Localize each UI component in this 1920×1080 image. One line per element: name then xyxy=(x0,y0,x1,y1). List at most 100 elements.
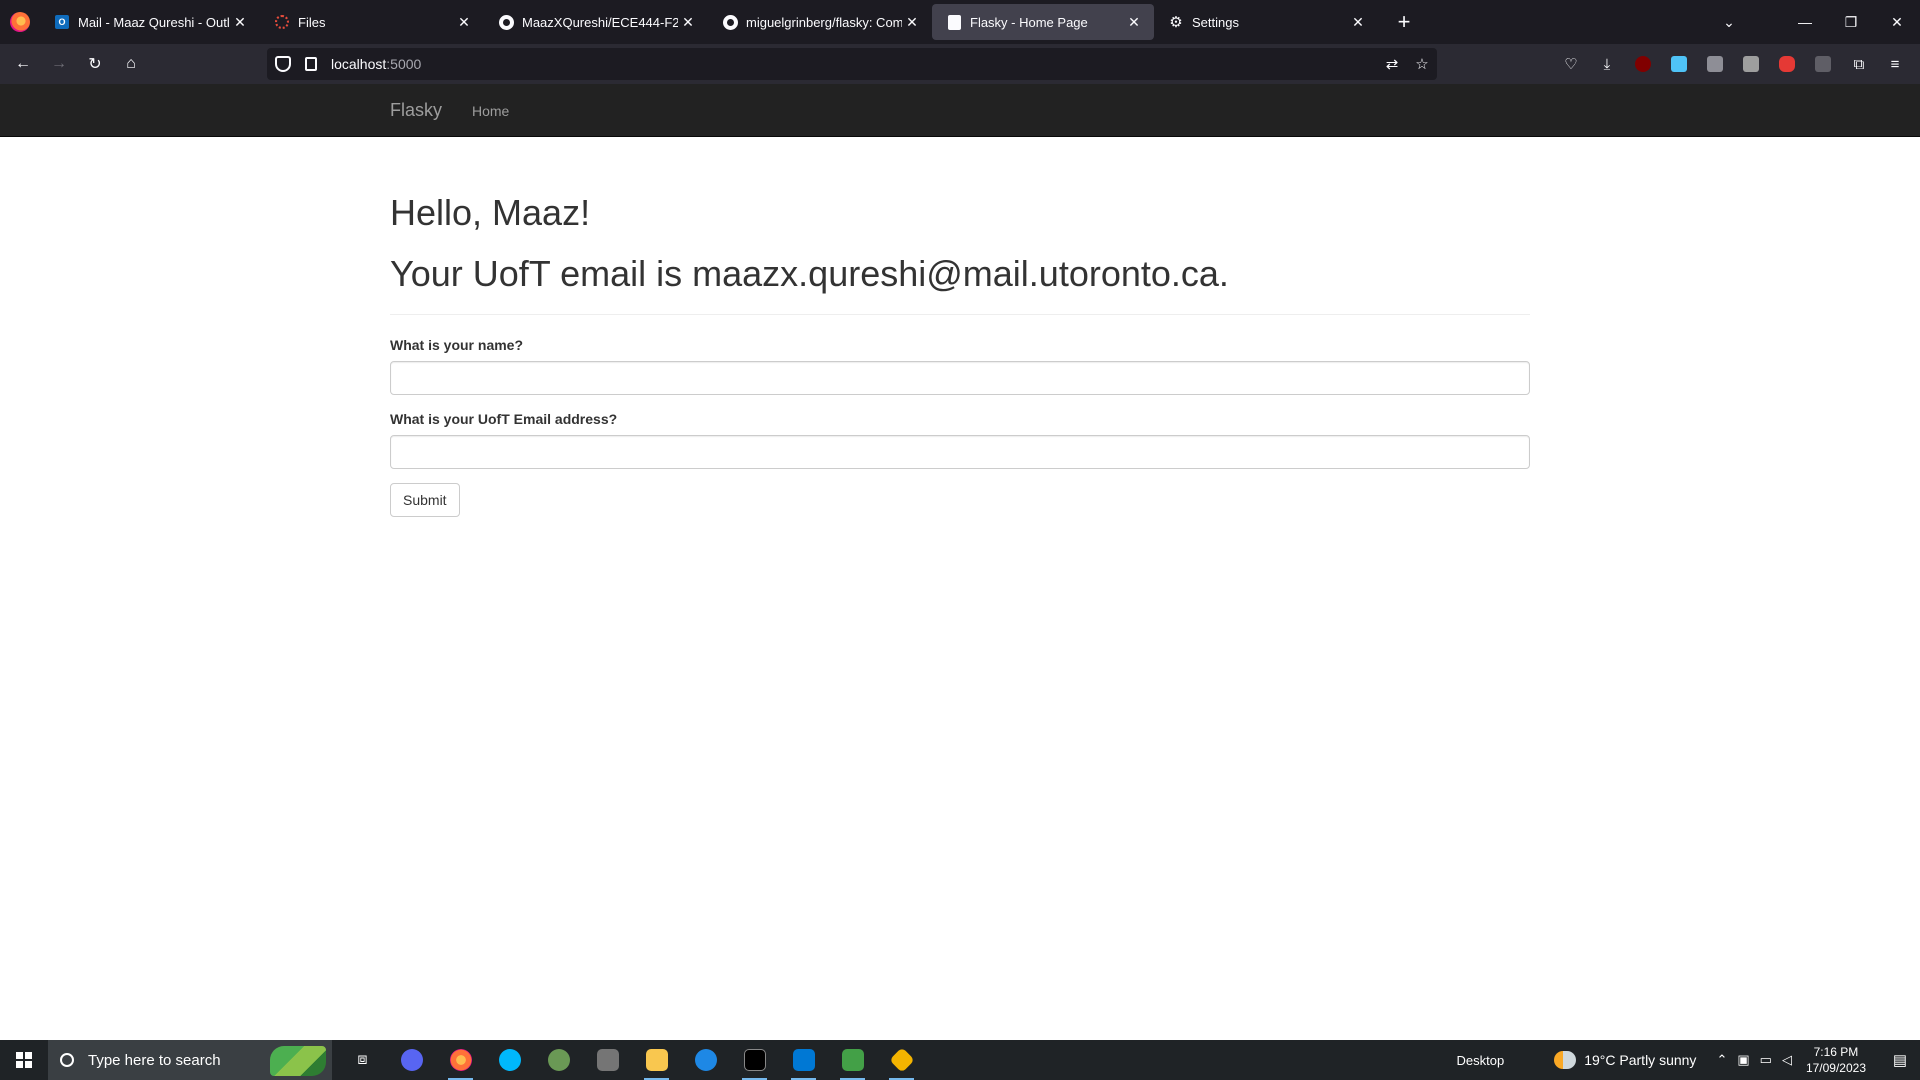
partly-sunny-icon xyxy=(1554,1051,1577,1069)
pocket-icon[interactable]: ♡ xyxy=(1556,49,1586,79)
tab-title: Settings xyxy=(1192,14,1239,30)
windows-logo-icon xyxy=(16,1052,32,1068)
greeting-heading: Hello, Maaz! xyxy=(390,192,591,233)
taskbar-search-box[interactable]: Type here to search xyxy=(48,1040,332,1080)
close-icon[interactable]: ✕ xyxy=(454,12,474,32)
clock-time: 7:16 PM xyxy=(1813,1045,1859,1059)
reload-button[interactable]: ↻ xyxy=(77,48,113,80)
windows-taskbar: Type here to search ⧈ Desktop 19°C Partl… xyxy=(0,1040,1920,1080)
meet-now-icon[interactable]: ▣ xyxy=(1737,1052,1749,1068)
start-button[interactable] xyxy=(0,1040,48,1080)
tray-icons: ⌃ ▣ ▭ ◁ xyxy=(1716,1052,1792,1068)
notepad-app-icon[interactable] xyxy=(583,1040,632,1080)
site-info-icon[interactable] xyxy=(305,57,317,71)
browser-toolbar: ← → ↻ ⌂ localhost:5000 ⇄ ☆ ♡ ⤓ ⧉ ≡ xyxy=(0,44,1920,84)
network-icon[interactable]: ▭ xyxy=(1760,1052,1772,1068)
xbox-icon[interactable] xyxy=(534,1040,583,1080)
files-loading-icon xyxy=(274,14,290,30)
email-label: What is your UofT Email address? xyxy=(390,411,618,427)
home-button[interactable]: ⌂ xyxy=(113,48,149,80)
taskbar-clock[interactable]: 7:16 PM 17/09/2023 xyxy=(1806,1044,1866,1076)
search-icon xyxy=(60,1053,74,1067)
tab-files[interactable]: Files ✕ xyxy=(260,4,484,40)
email-heading: Your UofT email is maazx.qureshi@mail.ut… xyxy=(390,253,1229,294)
minimize-button[interactable]: — xyxy=(1782,0,1828,44)
clock-date: 17/09/2023 xyxy=(1805,1061,1866,1075)
close-icon[interactable]: ✕ xyxy=(1348,12,1368,32)
new-tab-button[interactable]: + xyxy=(1388,6,1420,38)
search-highlight-image xyxy=(270,1046,326,1076)
tracking-protection-shield-icon[interactable] xyxy=(275,56,291,72)
tab-title: Files xyxy=(298,14,326,30)
name-label: What is your name? xyxy=(390,337,524,353)
extensions-puzzle-icon[interactable]: ⧉ xyxy=(1844,49,1874,79)
system-tray: Desktop 19°C Partly sunny ⌃ ▣ ▭ ◁ 7:16 P… xyxy=(1457,1040,1920,1080)
weather-text: 19°C Partly sunny xyxy=(1584,1052,1697,1068)
url-text[interactable]: localhost:5000 xyxy=(331,56,1377,72)
task-view-icon[interactable]: ⧈ xyxy=(338,1040,387,1080)
edge-icon[interactable] xyxy=(681,1040,730,1080)
name-input[interactable] xyxy=(390,361,1530,395)
header-divider xyxy=(390,314,1530,315)
tab-github-flasky[interactable]: miguelgrinberg/flasky: Compan ✕ xyxy=(708,4,932,40)
tab-settings[interactable]: ⚙ Settings ✕ xyxy=(1154,4,1378,40)
tab-outlook[interactable]: O Mail - Maaz Qureshi - Outlook ✕ xyxy=(40,4,260,40)
close-icon[interactable]: ✕ xyxy=(230,12,250,32)
toolbar-extensions: ♡ ⤓ ⧉ ≡ xyxy=(1556,48,1910,80)
submit-button[interactable]: Submit xyxy=(390,483,460,517)
url-host: localhost xyxy=(331,56,387,72)
translate-icon[interactable]: ⇄ xyxy=(1377,49,1407,79)
tab-flasky-home[interactable]: Flasky - Home Page ✕ xyxy=(932,4,1154,40)
file-explorer-icon[interactable] xyxy=(632,1040,681,1080)
navbar-brand[interactable]: Flasky xyxy=(390,100,442,121)
git-tool-icon[interactable] xyxy=(877,1040,926,1080)
firefox-view-button[interactable] xyxy=(0,0,40,44)
downloads-icon[interactable]: ⤓ xyxy=(1592,49,1622,79)
g-hub-icon[interactable] xyxy=(485,1040,534,1080)
github-icon xyxy=(498,14,514,30)
site-navbar: Flasky Home xyxy=(0,84,1920,137)
email-input[interactable] xyxy=(390,435,1530,469)
extension-youtube-icon[interactable] xyxy=(1772,49,1802,79)
close-icon[interactable]: ✕ xyxy=(678,12,698,32)
gear-icon: ⚙ xyxy=(1169,13,1183,31)
show-hidden-icons-chevron-icon[interactable]: ⌃ xyxy=(1716,1052,1727,1068)
tab-title: MaazXQureshi/ECE444-F2023-L xyxy=(522,14,678,30)
taskbar-pinned-apps: ⧈ xyxy=(338,1040,926,1080)
nav-link-home[interactable]: Home xyxy=(472,103,509,119)
github-icon xyxy=(722,14,738,30)
outlook-icon: O xyxy=(54,14,70,30)
forward-button[interactable]: → xyxy=(41,48,77,80)
tab-title: Mail - Maaz Qureshi - Outlook xyxy=(78,14,230,30)
close-window-button[interactable]: ✕ xyxy=(1874,0,1920,44)
firefox-taskbar-icon[interactable] xyxy=(436,1040,485,1080)
weather-widget[interactable]: 19°C Partly sunny xyxy=(1554,1051,1696,1069)
address-bar[interactable]: localhost:5000 ⇄ ☆ xyxy=(267,48,1437,80)
bookmark-star-icon[interactable]: ☆ xyxy=(1407,49,1437,79)
notifications-icon[interactable]: ▤ xyxy=(1880,1040,1920,1080)
terminal-icon[interactable] xyxy=(730,1040,779,1080)
url-port: :5000 xyxy=(386,56,422,72)
restore-button[interactable]: ❐ xyxy=(1828,0,1874,44)
ublock-origin-icon[interactable] xyxy=(1628,49,1658,79)
vscode-icon[interactable] xyxy=(779,1040,828,1080)
discord-icon[interactable] xyxy=(387,1040,436,1080)
list-tabs-chevron-icon[interactable]: ⌄ xyxy=(1706,0,1752,44)
volume-icon[interactable]: ◁ xyxy=(1782,1052,1792,1068)
extension-grammar-icon[interactable] xyxy=(1736,49,1766,79)
back-button[interactable]: ← xyxy=(5,48,41,80)
app-menu-icon[interactable]: ≡ xyxy=(1880,49,1910,79)
spreadsheet-app-icon[interactable] xyxy=(828,1040,877,1080)
tab-title: miguelgrinberg/flasky: Compan xyxy=(746,14,902,30)
firefox-icon xyxy=(10,12,30,32)
tab-github-ece444[interactable]: MaazXQureshi/ECE444-F2023-L ✕ xyxy=(484,4,708,40)
extension-save-icon[interactable] xyxy=(1664,49,1694,79)
close-icon[interactable]: ✕ xyxy=(902,12,922,32)
browser-tab-strip: O Mail - Maaz Qureshi - Outlook ✕ Files … xyxy=(0,0,1920,44)
page-icon xyxy=(946,14,962,30)
close-icon[interactable]: ✕ xyxy=(1124,12,1144,32)
desktop-toolbar-label[interactable]: Desktop xyxy=(1457,1053,1505,1068)
extension-notes-icon[interactable] xyxy=(1808,49,1838,79)
extension-reader-icon[interactable] xyxy=(1700,49,1730,79)
tab-title: Flasky - Home Page xyxy=(970,14,1088,30)
